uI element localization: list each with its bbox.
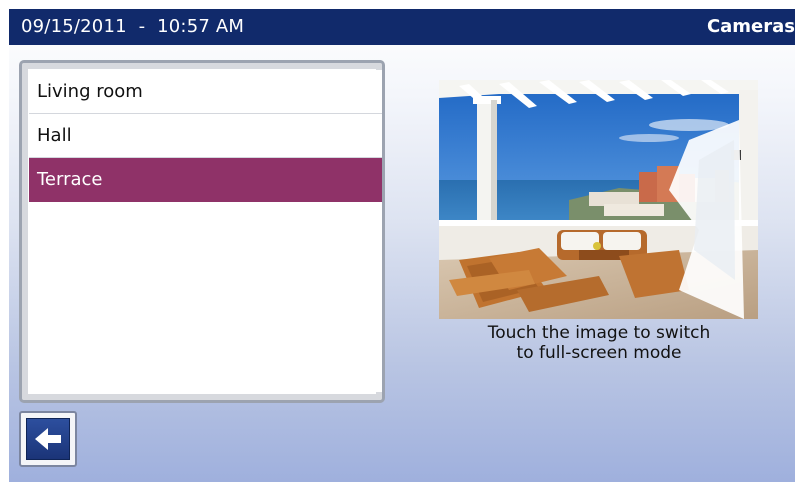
camera-list-panel: Living room Hall Terrace — [19, 60, 385, 403]
preview-caption-line1: Touch the image to switch — [487, 323, 711, 343]
top-bar: 09/15/2011 - 10:57 AM Cameras — [9, 9, 795, 45]
camera-list: Living room Hall Terrace — [29, 70, 382, 392]
preview-caption: Touch the image to switch to full-screen… — [429, 323, 769, 363]
camera-list-item-living-room[interactable]: Living room — [29, 70, 382, 114]
device-frame: 09/15/2011 - 10:57 AM Cameras Living roo… — [0, 0, 795, 482]
cameras-screen: 09/15/2011 - 10:57 AM Cameras Living roo… — [9, 9, 795, 482]
back-button[interactable] — [19, 411, 77, 467]
back-button-face — [26, 418, 70, 460]
camera-list-item-terrace[interactable]: Terrace — [29, 158, 382, 202]
camera-list-item-label: Living room — [37, 81, 143, 102]
datetime-display: 09/15/2011 - 10:57 AM — [21, 16, 245, 37]
camera-list-item-hall[interactable]: Hall — [29, 114, 382, 158]
camera-preview-image[interactable] — [439, 80, 758, 319]
arrow-left-icon — [35, 428, 61, 450]
camera-list-item-label: Terrace — [37, 169, 103, 190]
preview-caption-line2: to full-screen mode — [516, 343, 682, 363]
camera-list-item-label: Hall — [37, 125, 72, 146]
page-title: Cameras — [706, 16, 795, 37]
